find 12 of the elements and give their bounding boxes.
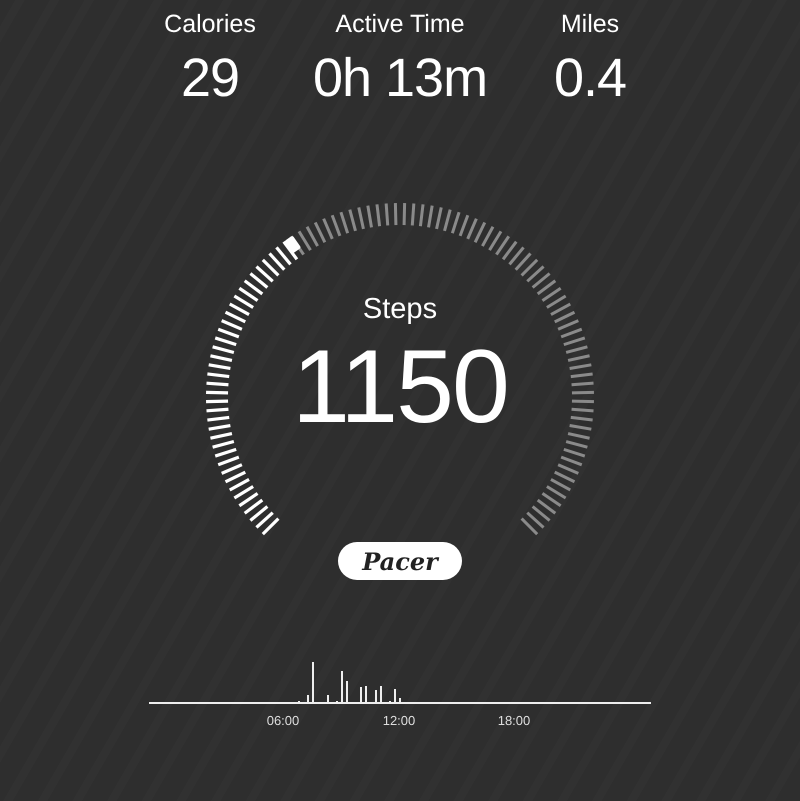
pacer-logo: Pacer [338, 542, 462, 580]
stat-label: Calories [164, 9, 256, 39]
stat-label: Miles [560, 9, 620, 39]
gauge-label: Steps [362, 292, 438, 326]
stat-value: 0h 13m [312, 47, 488, 109]
stat-value: 0.4 [554, 47, 626, 109]
stat-label: Active Time [335, 9, 465, 39]
time-label: 12:00 [382, 713, 416, 728]
step-count: 1150 [292, 332, 508, 442]
stat-value: 29 [180, 47, 240, 109]
time-label: 06:00 [266, 713, 300, 728]
time-label: 18:00 [498, 713, 530, 728]
